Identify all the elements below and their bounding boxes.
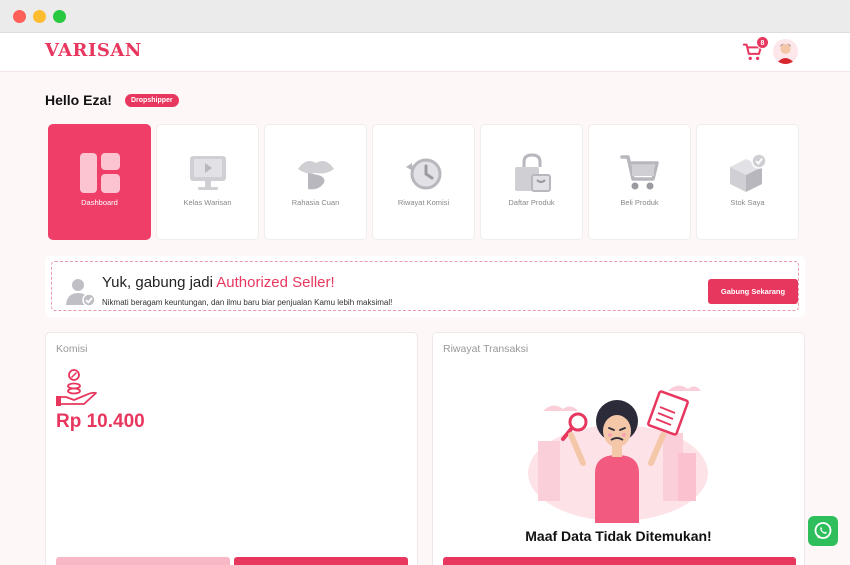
- banner-subtitle: Nikmati beragam keuntungan, dan ilmu bar…: [102, 298, 393, 307]
- shopping-bag-icon: [515, 153, 551, 192]
- banner-title: Yuk, gabung jadi Authorized Seller!: [102, 274, 335, 291]
- window-minimize-button[interactable]: [33, 10, 46, 23]
- banner-frame: Yuk, gabung jadi Authorized Seller! Nikm…: [51, 261, 799, 311]
- whatsapp-button[interactable]: [808, 516, 838, 546]
- komisi-title: Komisi: [56, 343, 88, 355]
- menu-item-beli-produk[interactable]: Beli Produk: [588, 124, 691, 240]
- whatsapp-icon: [814, 522, 832, 539]
- banner-title-text: Yuk, gabung jadi: [102, 274, 217, 291]
- history-icon: [406, 158, 442, 190]
- cart-button[interactable]: 8: [742, 36, 769, 63]
- user-avatar[interactable]: [773, 39, 798, 64]
- top-navbar: VARISAN 8: [0, 33, 850, 72]
- komisi-primary-button[interactable]: [234, 557, 408, 565]
- menu-label: Stok Saya: [730, 198, 765, 207]
- window-close-button[interactable]: [13, 10, 26, 23]
- komisi-panel: Komisi Rp 10.400: [45, 332, 418, 565]
- menu-label: Kelas Warisan: [183, 198, 232, 207]
- menu-item-riwayat-komisi[interactable]: Riwayat Komisi: [372, 124, 475, 240]
- menu-item-kelas-warisan[interactable]: Kelas Warisan: [156, 124, 259, 240]
- role-badge: Dropshipper: [125, 94, 179, 107]
- box-check-icon: [730, 153, 767, 192]
- banner-title-highlight: Authorized Seller!: [216, 274, 335, 291]
- menu-item-dashboard[interactable]: Dashboard: [48, 124, 151, 240]
- menu-label: Beli Produk: [620, 198, 659, 207]
- menu-label: Riwayat Komisi: [397, 198, 450, 207]
- coins-hand-icon: [56, 369, 97, 406]
- menu-label: Daftar Produk: [508, 198, 555, 207]
- menu-label: Rahasia Cuan: [291, 198, 340, 207]
- cart-icon: [620, 155, 659, 190]
- user-check-icon: [66, 279, 96, 307]
- dashboard-icon: [80, 153, 120, 193]
- menu-item-rahasia-cuan[interactable]: Rahasia Cuan: [264, 124, 367, 240]
- komisi-value: Rp 10.400: [56, 411, 145, 432]
- window-maximize-button[interactable]: [53, 10, 66, 23]
- brand-logo[interactable]: VARISAN: [45, 40, 142, 61]
- komisi-secondary-button[interactable]: [56, 557, 230, 565]
- menu-label: Dashboard: [81, 198, 118, 207]
- cart-count-badge: 8: [756, 36, 769, 49]
- authorized-seller-banner: Yuk, gabung jadi Authorized Seller! Nikm…: [45, 256, 805, 317]
- empty-state-message: Maaf Data Tidak Ditemukan!: [525, 528, 712, 544]
- browser-chrome: [0, 0, 850, 33]
- monitor-icon: [190, 156, 226, 190]
- transaksi-title: Riwayat Transaksi: [443, 343, 529, 355]
- riwayat-transaksi-panel: Riwayat Transaksi Maaf Data Tidak Ditemu…: [432, 332, 805, 565]
- menu-item-stok-saya[interactable]: Stok Saya: [696, 124, 799, 240]
- menu-item-daftar-produk[interactable]: Daftar Produk: [480, 124, 583, 240]
- greeting-text: Hello Eza!: [45, 92, 112, 108]
- empty-state-illustration: [528, 385, 708, 523]
- lips-icon: [298, 161, 334, 190]
- join-now-button[interactable]: Gabung Sekarang: [708, 279, 798, 304]
- transaksi-action-button[interactable]: [443, 557, 796, 565]
- main-content: Hello Eza! Dropshipper Dashboard Kelas W…: [0, 72, 850, 565]
